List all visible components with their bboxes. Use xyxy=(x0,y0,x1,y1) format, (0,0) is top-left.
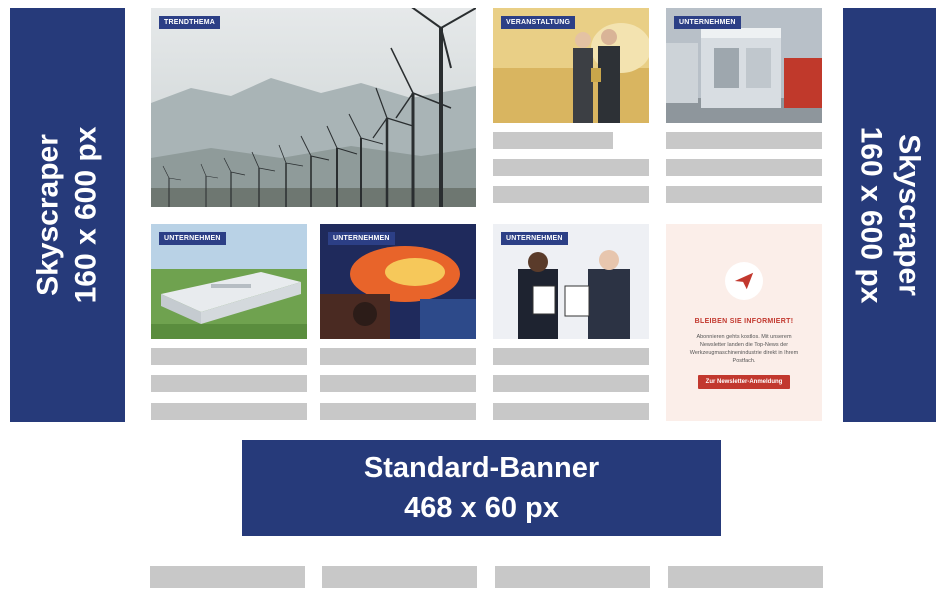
category-tag: UNTERNEHMEN xyxy=(159,232,226,245)
text-placeholder xyxy=(666,132,822,149)
skyscraper-left-ad[interactable]: Skyscraper 160 x 600 px xyxy=(10,8,125,422)
text-placeholder xyxy=(320,375,476,392)
text-placeholder xyxy=(495,566,650,588)
newsletter-signup-button[interactable]: Zur Newsletter-Anmeldung xyxy=(697,375,791,389)
text-placeholder xyxy=(493,186,649,203)
event-article-image[interactable]: VERANSTALTUNG xyxy=(493,8,649,123)
text-placeholder xyxy=(320,403,476,420)
text-placeholder xyxy=(151,375,307,392)
skyscraper-left-title: Skyscraper xyxy=(31,134,65,296)
standard-banner-ad[interactable]: Standard-Banner 468 x 60 px xyxy=(242,440,721,536)
text-placeholder xyxy=(668,566,823,588)
skyscraper-right-size: 160 x 600 px xyxy=(854,126,888,304)
skyscraper-left-size: 160 x 600 px xyxy=(69,126,103,304)
paper-plane-icon xyxy=(725,262,763,300)
text-placeholder xyxy=(150,566,305,588)
banner-size: 468 x 60 px xyxy=(404,492,559,524)
feature-article-image[interactable]: TRENDTHEMA xyxy=(151,8,476,207)
company-article-image-2[interactable]: UNTERNEHMEN xyxy=(151,224,307,339)
category-tag: TRENDTHEMA xyxy=(159,16,220,29)
category-tag: UNTERNEHMEN xyxy=(501,232,568,245)
skyscraper-right-label: Skyscraper 160 x 600 px xyxy=(852,127,928,304)
company-article-image-3[interactable]: UNTERNEHMEN xyxy=(320,224,476,339)
text-placeholder xyxy=(666,186,822,203)
skyscraper-right-ad[interactable]: Skyscraper 160 x 600 px xyxy=(843,8,936,422)
company-article-image-1[interactable]: UNTERNEHMEN xyxy=(666,8,822,123)
text-placeholder xyxy=(493,132,613,149)
skyscraper-left-label: Skyscraper 160 x 600 px xyxy=(30,127,106,304)
text-placeholder xyxy=(322,566,477,588)
text-placeholder xyxy=(151,403,307,420)
banner-title: Standard-Banner xyxy=(363,452,600,484)
text-placeholder xyxy=(493,375,649,392)
category-tag: VERANSTALTUNG xyxy=(501,16,576,29)
newsletter-text: Abonnieren gehts kostlos. Mit unserem Ne… xyxy=(689,334,799,364)
text-placeholder xyxy=(493,159,649,176)
category-tag: UNTERNEHMEN xyxy=(674,16,741,29)
newsletter-box: BLEIBEN SIE INFORMIERT! Abonnieren gehts… xyxy=(666,224,822,421)
text-placeholder xyxy=(493,403,649,420)
wind-turbines-image xyxy=(151,8,476,207)
skyscraper-right-title: Skyscraper xyxy=(892,134,926,296)
category-tag: UNTERNEHMEN xyxy=(328,232,395,245)
newsletter-title: BLEIBEN SIE INFORMIERT! xyxy=(694,318,794,325)
text-placeholder xyxy=(151,348,307,365)
text-placeholder xyxy=(493,348,649,365)
text-placeholder xyxy=(666,159,822,176)
company-article-image-4[interactable]: UNTERNEHMEN xyxy=(493,224,649,339)
text-placeholder xyxy=(320,348,476,365)
